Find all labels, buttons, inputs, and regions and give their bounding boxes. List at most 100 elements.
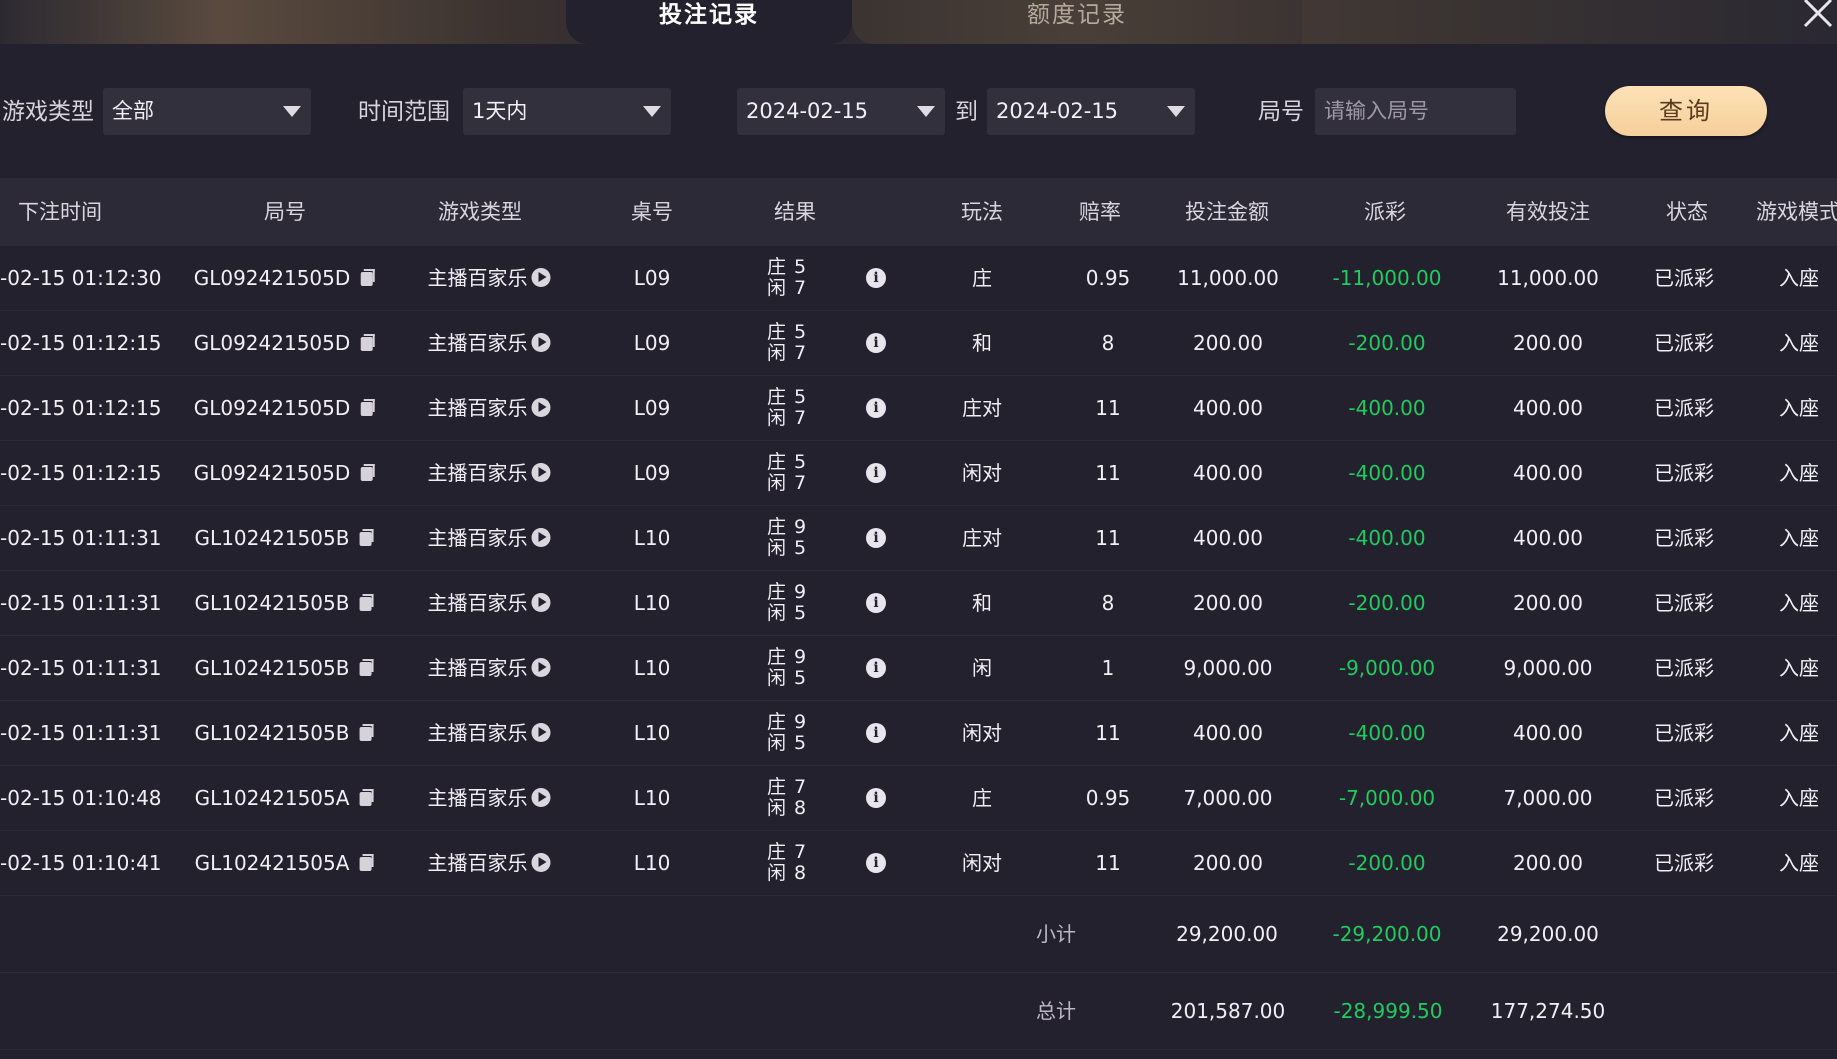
status: 已派彩 bbox=[1654, 331, 1714, 355]
copy-icon[interactable] bbox=[359, 789, 374, 806]
date-to-select[interactable]: 2024-02-15 bbox=[987, 88, 1195, 135]
info-icon[interactable]: i bbox=[866, 463, 886, 483]
banker-score: 9 bbox=[794, 711, 807, 733]
col-bet-type: 玩法 bbox=[961, 200, 1003, 224]
table-number: L09 bbox=[633, 331, 671, 355]
banker-score: 7 bbox=[794, 776, 807, 798]
banker-score: 9 bbox=[794, 581, 807, 603]
table-number: L10 bbox=[633, 851, 671, 875]
table-number: L10 bbox=[633, 656, 671, 680]
play-icon[interactable] bbox=[531, 528, 551, 547]
tab-credit-records[interactable]: 额度记录 bbox=[852, 0, 1302, 44]
round-cell: GL102421505B bbox=[195, 571, 374, 635]
play-icon[interactable] bbox=[531, 268, 551, 287]
info-icon[interactable]: i bbox=[866, 528, 886, 548]
odds: 8 bbox=[1101, 591, 1115, 615]
game-type-cell: 主播百家乐 bbox=[428, 831, 551, 895]
close-icon[interactable] bbox=[1793, 0, 1837, 30]
payout: -400.00 bbox=[1348, 526, 1426, 550]
copy-icon[interactable] bbox=[359, 854, 374, 871]
bet-type: 和 bbox=[972, 591, 992, 615]
info-icon[interactable]: i bbox=[866, 268, 886, 288]
result-cell: 庄5闲7 bbox=[767, 257, 827, 299]
copy-icon[interactable] bbox=[360, 464, 375, 481]
col-amount: 投注金额 bbox=[1185, 200, 1269, 224]
round-cell: GL102421505B bbox=[195, 636, 374, 700]
info-icon[interactable]: i bbox=[866, 788, 886, 808]
bet-amount: 7,000.00 bbox=[1183, 786, 1273, 810]
info-icon[interactable]: i bbox=[866, 658, 886, 678]
banker-label: 庄 bbox=[767, 451, 787, 473]
bet-amount: 400.00 bbox=[1193, 461, 1263, 485]
play-icon[interactable] bbox=[531, 593, 551, 612]
table-row: -02-15 01:11:31 GL102421505B 主播百家乐 L10 庄 9 闲 5 i… bbox=[0, 636, 1837, 701]
info-icon[interactable]: i bbox=[866, 593, 886, 613]
valid-bet: 11,000.00 bbox=[1497, 266, 1599, 290]
player-score: 5 bbox=[794, 537, 807, 559]
odds: 1 bbox=[1101, 656, 1115, 680]
play-icon[interactable] bbox=[531, 658, 551, 677]
game-type-cell: 主播百家乐 bbox=[428, 506, 551, 570]
table-number: L10 bbox=[633, 721, 671, 745]
table-number: L10 bbox=[633, 786, 671, 810]
play-icon[interactable] bbox=[531, 463, 551, 482]
bet-amount: 400.00 bbox=[1193, 396, 1263, 420]
round-input[interactable]: 请输入局号 bbox=[1315, 88, 1516, 135]
info-icon[interactable]: i bbox=[866, 333, 886, 353]
bet-type: 闲对 bbox=[962, 721, 1002, 745]
play-icon[interactable] bbox=[531, 723, 551, 742]
bet-time: -02-15 01:11:31 bbox=[0, 656, 162, 680]
status: 已派彩 bbox=[1654, 656, 1714, 680]
copy-icon[interactable] bbox=[360, 334, 375, 351]
player-label: 闲 bbox=[767, 797, 787, 819]
table-row: -02-15 01:11:31 GL102421505B 主播百家乐 L10 庄 9 闲 5 i… bbox=[0, 701, 1837, 766]
odds: 0.95 bbox=[1085, 786, 1131, 810]
copy-icon[interactable] bbox=[360, 269, 375, 286]
payout: -400.00 bbox=[1348, 461, 1426, 485]
play-icon[interactable] bbox=[531, 398, 551, 417]
play-icon[interactable] bbox=[531, 853, 551, 872]
tab-credit-records-label: 额度记录 bbox=[1027, 2, 1127, 28]
time-range-select[interactable]: 1天内 bbox=[463, 88, 671, 135]
valid-bet: 200.00 bbox=[1513, 591, 1583, 615]
play-icon[interactable] bbox=[531, 333, 551, 352]
table-body: -02-15 01:12:30 GL092421505D 主播百家乐 L09 庄 5 闲 7 i… bbox=[0, 246, 1837, 896]
game-type: 主播百家乐 bbox=[427, 331, 528, 355]
tab-bet-records[interactable]: 投注记录 bbox=[566, 0, 852, 44]
subtotal-amount: 29,200.00 bbox=[1176, 922, 1278, 946]
payout: -7,000.00 bbox=[1338, 786, 1436, 810]
game-type-cell: 主播百家乐 bbox=[428, 571, 551, 635]
query-button[interactable]: 查询 bbox=[1605, 86, 1767, 136]
copy-icon[interactable] bbox=[359, 659, 374, 676]
odds: 11 bbox=[1095, 461, 1121, 485]
table-row: -02-15 01:12:15 GL092421505D 主播百家乐 L09 庄 5 闲 7 i… bbox=[0, 311, 1837, 376]
info-icon[interactable]: i bbox=[866, 398, 886, 418]
table-number: L10 bbox=[633, 591, 671, 615]
date-to-value: 2024-02-15 bbox=[996, 99, 1119, 123]
payout: -200.00 bbox=[1348, 591, 1426, 615]
table-number: L09 bbox=[633, 396, 671, 420]
info-icon[interactable]: i bbox=[866, 723, 886, 743]
odds: 11 bbox=[1095, 526, 1121, 550]
copy-icon[interactable] bbox=[359, 529, 374, 546]
play-icon[interactable] bbox=[531, 788, 551, 807]
subtotal-payout: -29,200.00 bbox=[1332, 922, 1442, 946]
game-type-cell: 主播百家乐 bbox=[428, 701, 551, 765]
game-type-select[interactable]: 全部 bbox=[103, 88, 311, 135]
banker-label: 庄 bbox=[767, 646, 787, 668]
game-mode: 入座 bbox=[1779, 461, 1819, 485]
bet-time: -02-15 01:11:31 bbox=[0, 591, 162, 615]
copy-icon[interactable] bbox=[359, 724, 374, 741]
copy-icon[interactable] bbox=[359, 594, 374, 611]
info-icon[interactable]: i bbox=[866, 853, 886, 873]
bet-amount: 200.00 bbox=[1193, 591, 1263, 615]
banker-label: 庄 bbox=[767, 386, 787, 408]
banker-score: 7 bbox=[794, 841, 807, 863]
player-label: 闲 bbox=[767, 472, 787, 494]
date-from-select[interactable]: 2024-02-15 bbox=[737, 88, 945, 135]
copy-icon[interactable] bbox=[360, 399, 375, 416]
round-cell: GL092421505D bbox=[194, 441, 375, 505]
banker-label: 庄 bbox=[767, 321, 787, 343]
round-cell: GL102421505B bbox=[195, 701, 374, 765]
valid-bet: 400.00 bbox=[1513, 396, 1583, 420]
